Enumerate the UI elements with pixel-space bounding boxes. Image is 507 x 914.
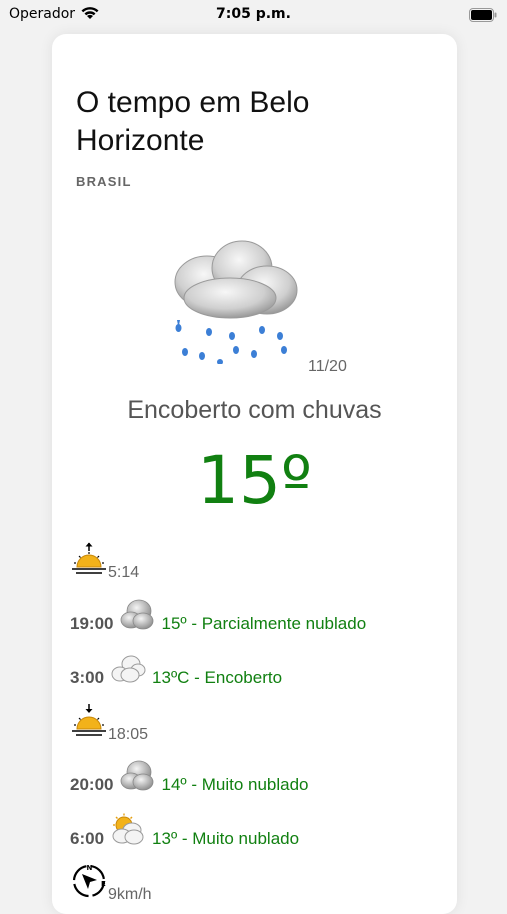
forecast-text: 15º - Parcialmente nublado [161,614,367,633]
sunset-icon [70,703,108,744]
svg-text:E: E [101,880,106,888]
clouds-icon [110,654,146,691]
wind-speed: 9km/h [108,886,152,903]
forecast-text: 14º - Muito nublado [161,775,309,794]
forecast-hour: 3:00 [70,668,105,687]
svg-text:N: N [87,864,93,872]
wind-row: N E 9km/h [70,864,152,904]
sun-cloud-icon [110,813,146,852]
country-label: BRASIL [76,174,132,189]
temperature-label: 15º [196,442,313,519]
compass-icon: N E [70,863,108,904]
weather-card: O tempo em Belo Horizonte BRASIL 11/20 E… [52,34,457,914]
status-time: 7:05 p.m. [216,6,291,22]
status-bar: Operador 7:05 p.m. [0,0,507,30]
forecast-hour: 20:00 [70,775,114,794]
page-title: O tempo em Belo Horizonte [76,86,310,157]
date-label: 11/20 [308,358,347,375]
forecast-text: 13º - Muito nublado [152,829,300,848]
cloud-icon [119,598,155,637]
forecast-row: 19:00 15º - Parcialmente nublado [70,597,366,637]
cloud-rain-icon [162,224,302,369]
sunset-time: 18:05 [108,726,149,743]
sunrise-time: 5:14 [108,564,140,581]
forecast-row: 3:00 13ºC - Encoberto [70,651,282,691]
forecast-hour: 19:00 [70,614,114,633]
forecast-text: 13ºC - Encoberto [152,668,283,687]
forecast-row: 6:00 13º - Muito nublado [70,812,299,852]
condition-label: Encoberto com chuvas [127,396,382,424]
cloud-icon [119,759,155,798]
forecast-hour: 6:00 [70,829,105,848]
sunrise-icon [70,541,108,582]
sunrise-row: 5:14 [70,542,139,582]
battery-icon [469,7,497,26]
forecast-row: 20:00 14º - Muito nublado [70,758,309,798]
sunset-row: 18:05 [70,704,148,744]
